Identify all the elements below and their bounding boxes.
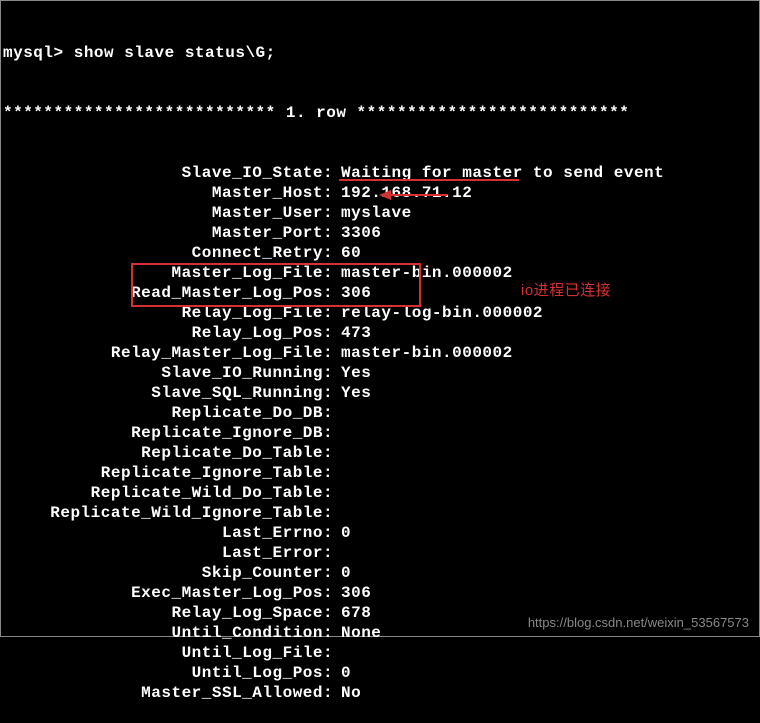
colon: : bbox=[323, 603, 341, 623]
row-value bbox=[341, 543, 757, 563]
row-value: 0 bbox=[341, 563, 757, 583]
row-label: Replicate_Ignore_Table bbox=[3, 463, 323, 483]
row-label: Last_Error bbox=[3, 543, 323, 563]
status-row: Until_Log_File: bbox=[3, 643, 757, 663]
row-label: Master_User bbox=[3, 203, 323, 223]
row-label: Replicate_Do_Table bbox=[3, 443, 323, 463]
row-label: Slave_SQL_Running bbox=[3, 383, 323, 403]
row-label: Slave_IO_Running bbox=[3, 363, 323, 383]
annotation-text: io进程已连接 bbox=[521, 279, 611, 300]
row-value bbox=[341, 503, 757, 523]
row-value bbox=[341, 443, 757, 463]
status-row: Replicate_Do_DB: bbox=[3, 403, 757, 423]
status-row: Master_SSL_Allowed: No bbox=[3, 683, 757, 703]
status-row: Relay_Master_Log_File: master-bin.000002 bbox=[3, 343, 757, 363]
status-row: Last_Error: bbox=[3, 543, 757, 563]
highlight-box bbox=[131, 263, 421, 307]
status-row: Slave_SQL_Running: Yes bbox=[3, 383, 757, 403]
colon: : bbox=[323, 423, 341, 443]
colon: : bbox=[323, 463, 341, 483]
colon: : bbox=[323, 483, 341, 503]
row-label: Exec_Master_Log_Pos bbox=[3, 583, 323, 603]
row-label: Master_SSL_Allowed bbox=[3, 683, 323, 703]
row-value: myslave bbox=[341, 203, 757, 223]
row-label: Until_Log_Pos bbox=[3, 663, 323, 683]
colon: : bbox=[323, 403, 341, 423]
colon: : bbox=[323, 583, 341, 603]
underline-annotation bbox=[339, 179, 519, 181]
colon: : bbox=[323, 323, 341, 343]
colon: : bbox=[323, 523, 341, 543]
status-row: Connect_Retry: 60 bbox=[3, 243, 757, 263]
colon: : bbox=[323, 203, 341, 223]
row-value: No bbox=[341, 683, 757, 703]
status-row: Replicate_Wild_Do_Table: bbox=[3, 483, 757, 503]
colon: : bbox=[323, 503, 341, 523]
row-value: master-bin.000002 bbox=[341, 343, 757, 363]
row-value bbox=[341, 463, 757, 483]
status-row: Relay_Log_Pos: 473 bbox=[3, 323, 757, 343]
prompt-line: mysql> show slave status\G; bbox=[3, 43, 757, 63]
row-label: Relay_Log_Pos bbox=[3, 323, 323, 343]
colon: : bbox=[323, 543, 341, 563]
row-label: Relay_Log_Space bbox=[3, 603, 323, 623]
status-row: Until_Log_Pos: 0 bbox=[3, 663, 757, 683]
row-label: Until_Condition bbox=[3, 623, 323, 643]
row-value bbox=[341, 423, 757, 443]
colon: : bbox=[323, 623, 341, 643]
row-value bbox=[341, 643, 757, 663]
colon: : bbox=[323, 343, 341, 363]
status-row: Skip_Counter: 0 bbox=[3, 563, 757, 583]
status-row: Replicate_Ignore_DB: bbox=[3, 423, 757, 443]
row-label: Slave_IO_State bbox=[3, 163, 323, 183]
row-value: 60 bbox=[341, 243, 757, 263]
status-row: Exec_Master_Log_Pos: 306 bbox=[3, 583, 757, 603]
row-label: Replicate_Wild_Do_Table bbox=[3, 483, 323, 503]
row-value: Yes bbox=[341, 363, 757, 383]
watermark: https://blog.csdn.net/weixin_53567573 bbox=[528, 615, 749, 630]
row-value bbox=[341, 403, 757, 423]
row-label: Replicate_Ignore_DB bbox=[3, 423, 323, 443]
colon: : bbox=[323, 383, 341, 403]
status-row: Master_Port: 3306 bbox=[3, 223, 757, 243]
row-label: Relay_Master_Log_File bbox=[3, 343, 323, 363]
colon: : bbox=[323, 243, 341, 263]
row-label: Connect_Retry bbox=[3, 243, 323, 263]
colon: : bbox=[323, 183, 341, 203]
row-value: 3306 bbox=[341, 223, 757, 243]
colon: : bbox=[323, 363, 341, 383]
row-label: Until_Log_File bbox=[3, 643, 323, 663]
status-row: Replicate_Wild_Ignore_Table: bbox=[3, 503, 757, 523]
row-label: Replicate_Wild_Ignore_Table bbox=[3, 503, 323, 523]
colon: : bbox=[323, 443, 341, 463]
arrow-annotation bbox=[379, 187, 449, 203]
row-label: Last_Errno bbox=[3, 523, 323, 543]
status-row: Last_Errno: 0 bbox=[3, 523, 757, 543]
colon: : bbox=[323, 683, 341, 703]
status-row: Replicate_Do_Table: bbox=[3, 443, 757, 463]
row-header: *************************** 1. row *****… bbox=[3, 103, 757, 123]
status-row: Replicate_Ignore_Table: bbox=[3, 463, 757, 483]
status-row: Master_User: myslave bbox=[3, 203, 757, 223]
row-value: 306 bbox=[341, 583, 757, 603]
colon: : bbox=[323, 563, 341, 583]
colon: : bbox=[323, 223, 341, 243]
colon: : bbox=[323, 663, 341, 683]
row-value: 0 bbox=[341, 523, 757, 543]
row-label: Skip_Counter bbox=[3, 563, 323, 583]
row-label: Master_Port bbox=[3, 223, 323, 243]
status-row: Slave_IO_Running: Yes bbox=[3, 363, 757, 383]
row-value: 473 bbox=[341, 323, 757, 343]
row-label: Replicate_Do_DB bbox=[3, 403, 323, 423]
row-value: 0 bbox=[341, 663, 757, 683]
colon: : bbox=[323, 643, 341, 663]
row-value: Yes bbox=[341, 383, 757, 403]
row-label: Master_Host bbox=[3, 183, 323, 203]
row-value bbox=[341, 483, 757, 503]
